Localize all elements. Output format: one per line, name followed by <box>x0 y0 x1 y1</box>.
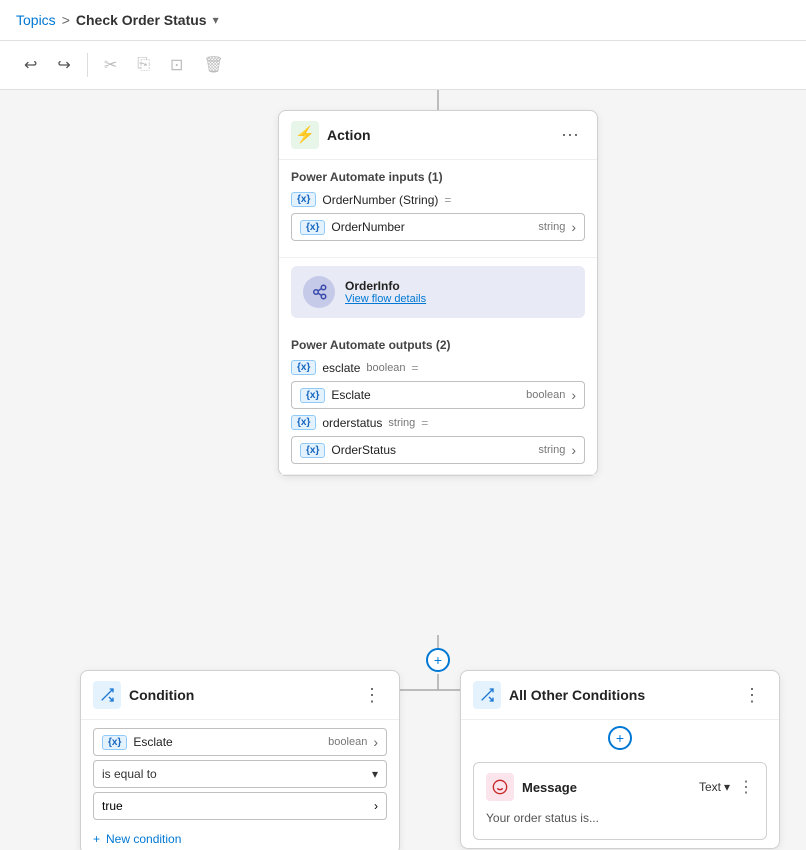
other-card-add-button[interactable]: + <box>608 726 632 750</box>
message-header: Message Text ▾ ⋮ <box>486 773 754 801</box>
new-condition-plus-icon: + <box>93 832 100 846</box>
action-card: ⚡ Action ⋯ Power Automate inputs (1) {x}… <box>278 110 598 476</box>
input-param-name: OrderNumber (String) <box>322 193 438 207</box>
new-condition-button[interactable]: + New condition <box>81 824 193 850</box>
input-param-equals: = <box>444 193 451 207</box>
condition-card-header: Condition ⋮ <box>81 671 399 720</box>
action-icon: ⚡ <box>291 121 319 149</box>
toolbar: ↩ ↪ ✂ ⎘ ⊡ 🗑 <box>0 41 806 90</box>
input-row-name: OrderNumber <box>331 220 532 234</box>
message-card: Message Text ▾ ⋮ Your order status is... <box>473 762 767 840</box>
message-type-badge[interactable]: Text ▾ <box>699 780 730 794</box>
message-icon <box>486 773 514 801</box>
input-row-arrow: › <box>571 219 576 235</box>
condition-input-arrow: › <box>373 734 378 750</box>
flow-info-text: OrderInfo View flow details <box>345 279 573 305</box>
output-row-type-1: string <box>538 444 565 456</box>
output-badge-0: {x} <box>291 360 316 375</box>
other-card-menu[interactable]: ⋮ <box>737 683 767 708</box>
condition-card: Condition ⋮ {x} Esclate boolean › is equ… <box>80 670 400 850</box>
inputs-section-title: Power Automate inputs (1) <box>291 170 585 184</box>
input-row-type: string <box>538 221 565 233</box>
condition-value-arrow: › <box>374 799 378 813</box>
output-param-row-0: {x} esclate boolean = <box>291 360 585 375</box>
output-equals-1: = <box>421 416 428 430</box>
message-menu-button[interactable]: ⋮ <box>738 777 754 797</box>
outputs-section: Power Automate outputs (2) {x} esclate b… <box>279 328 597 475</box>
action-card-title: Action <box>327 127 547 143</box>
breadcrumb-chevron[interactable]: ▾ <box>213 13 219 27</box>
output-row-name-0: Esclate <box>331 388 520 402</box>
output-type-1: string <box>388 417 415 429</box>
condition-input-type: boolean <box>328 736 367 748</box>
condition-card-title: Condition <box>129 687 349 703</box>
other-condition-icon <box>473 681 501 709</box>
canvas: ⚡ Action ⋯ Power Automate inputs (1) {x}… <box>0 90 806 850</box>
flow-info-box: OrderInfo View flow details <box>291 266 585 318</box>
cut-button[interactable]: ✂ <box>96 49 125 81</box>
action-card-header: ⚡ Action ⋯ <box>279 111 597 160</box>
output-row-name-1: OrderStatus <box>331 443 532 457</box>
input-row-badge: {x} <box>300 220 325 235</box>
flow-name: OrderInfo <box>345 279 573 293</box>
output-name-0: esclate <box>322 361 360 375</box>
add-node-button[interactable]: + <box>426 648 450 672</box>
inputs-section: Power Automate inputs (1) {x} OrderNumbe… <box>279 160 597 258</box>
message-type-chevron: ▾ <box>724 780 730 794</box>
input-row-ordernumber[interactable]: {x} OrderNumber string › <box>291 213 585 241</box>
other-card-header: All Other Conditions ⋮ <box>461 671 779 720</box>
chevron-down-icon: ▾ <box>372 767 378 781</box>
condition-input-badge: {x} <box>102 735 127 750</box>
condition-value-row[interactable]: true › <box>93 792 387 820</box>
toolbar-divider <box>87 53 88 77</box>
output-row-badge-1: {x} <box>300 443 325 458</box>
output-row-orderstatus[interactable]: {x} OrderStatus string › <box>291 436 585 464</box>
input-param-row: {x} OrderNumber (String) = <box>291 192 585 207</box>
output-row-type-0: boolean <box>526 389 565 401</box>
undo-button[interactable]: ↩ <box>16 49 45 81</box>
condition-input-name: Esclate <box>133 735 322 749</box>
new-condition-label: New condition <box>106 832 181 846</box>
action-card-menu[interactable]: ⋯ <box>555 123 585 148</box>
output-equals-0: = <box>412 361 419 375</box>
other-conditions-card: All Other Conditions ⋮ + Message <box>460 670 780 849</box>
condition-input-row[interactable]: {x} Esclate boolean › <box>93 728 387 756</box>
flow-icon <box>303 276 335 308</box>
breadcrumb-parent[interactable]: Topics <box>16 12 56 28</box>
breadcrumb: Topics > Check Order Status ▾ <box>16 12 219 28</box>
output-badge-1: {x} <box>291 415 316 430</box>
other-card-title: All Other Conditions <box>509 687 729 703</box>
breadcrumb-current: Check Order Status <box>76 12 207 28</box>
redo-button[interactable]: ↪ <box>49 49 78 81</box>
condition-operator-label: is equal to <box>102 767 157 781</box>
message-title: Message <box>522 780 691 795</box>
condition-operator-select[interactable]: is equal to ▾ <box>93 760 387 788</box>
message-type-label: Text <box>699 780 721 794</box>
output-row-arrow-0: › <box>571 387 576 403</box>
output-param-row-1: {x} orderstatus string = <box>291 415 585 430</box>
condition-value-text: true <box>102 799 123 813</box>
output-row-badge-0: {x} <box>300 388 325 403</box>
output-name-1: orderstatus <box>322 416 382 430</box>
condition-card-menu[interactable]: ⋮ <box>357 683 387 708</box>
topnav: Topics > Check Order Status ▾ <box>0 0 806 41</box>
output-row-esclate[interactable]: {x} Esclate boolean › <box>291 381 585 409</box>
paste-button[interactable]: ⊡ <box>162 49 191 81</box>
input-param-badge: {x} <box>291 192 316 207</box>
flow-link[interactable]: View flow details <box>345 293 573 305</box>
condition-icon <box>93 681 121 709</box>
breadcrumb-separator: > <box>62 12 70 28</box>
output-row-arrow-1: › <box>571 442 576 458</box>
output-type-0: boolean <box>366 362 405 374</box>
outputs-section-title: Power Automate outputs (2) <box>291 338 585 352</box>
delete-button[interactable]: 🗑 <box>195 49 231 81</box>
message-text: Your order status is... <box>486 807 754 829</box>
copy-button[interactable]: ⎘ <box>129 50 158 80</box>
